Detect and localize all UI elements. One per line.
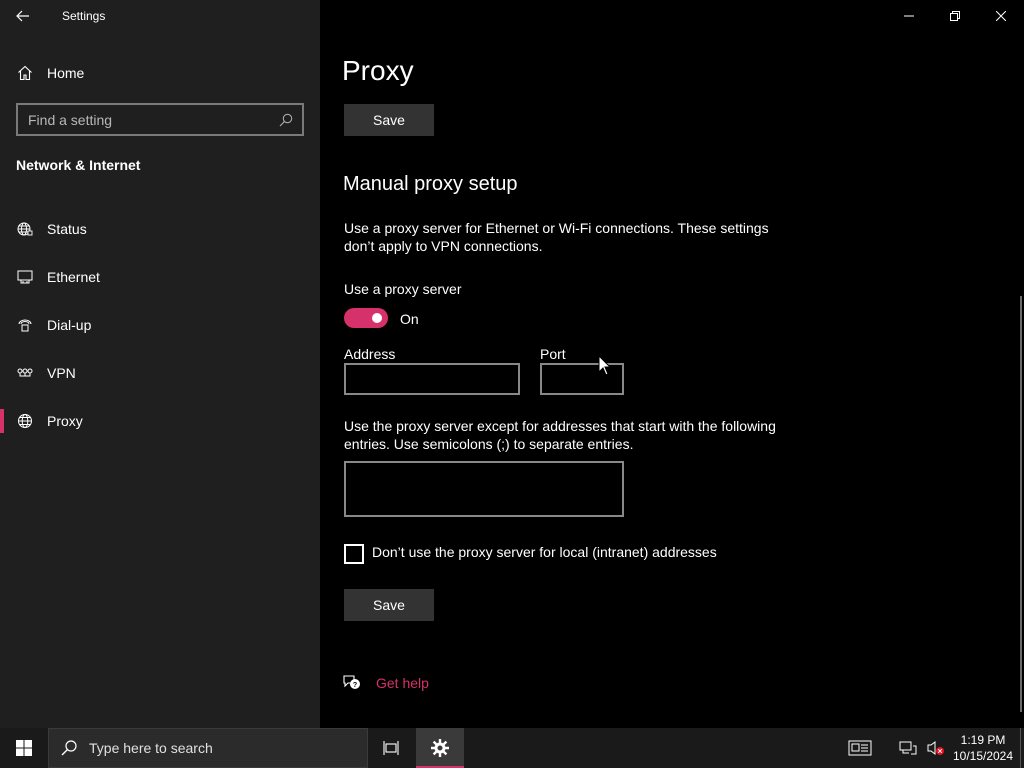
scrollbar[interactable] [1020, 296, 1022, 712]
show-desktop-button[interactable] [1020, 728, 1024, 768]
windows-logo-icon [16, 740, 32, 756]
sidebar-item-home[interactable]: Home [0, 57, 320, 89]
vpn-icon [17, 365, 33, 381]
use-proxy-toggle[interactable] [344, 308, 388, 328]
search-icon[interactable] [274, 113, 298, 127]
get-help-link[interactable]: Get help [376, 675, 429, 691]
ethernet-icon [17, 269, 33, 285]
window-controls [886, 0, 1024, 32]
exceptions-description: Use the proxy server except for addresse… [344, 418, 776, 452]
toggle-knob [372, 313, 382, 323]
sidebar-item-vpn[interactable]: VPN [0, 349, 320, 397]
minimize-button[interactable] [886, 0, 932, 32]
save-button-top[interactable]: Save [344, 104, 434, 136]
restore-button[interactable] [932, 0, 978, 32]
find-setting-search[interactable] [16, 103, 304, 136]
back-arrow-icon [16, 10, 29, 22]
sidebar-item-label: Ethernet [47, 269, 100, 285]
start-button[interactable] [0, 728, 48, 768]
use-proxy-label: Use a proxy server [344, 281, 462, 297]
minimize-icon [904, 15, 914, 17]
sidebar-nav: Status Ethernet Dial-up VPN Proxy [0, 205, 320, 445]
sidebar-item-proxy[interactable]: Proxy [0, 397, 320, 445]
network-tray-button[interactable] [894, 728, 922, 768]
sidebar-item-label: Dial-up [47, 317, 92, 333]
volume-tray-button[interactable] [922, 728, 950, 768]
manual-proxy-description: Use a proxy server for Ethernet or Wi-Fi… [344, 220, 769, 254]
address-label: Address [344, 346, 396, 362]
taskbar-search[interactable]: Type here to search [48, 728, 368, 768]
page-title: Proxy [342, 55, 414, 86]
search-icon [49, 740, 89, 756]
volume-muted-icon [927, 741, 944, 755]
close-icon [996, 11, 1006, 21]
news-icon [848, 740, 872, 756]
back-button[interactable] [0, 0, 46, 32]
network-icon [899, 741, 917, 755]
sidebar-item-label: Status [47, 221, 87, 237]
globe-icon [17, 413, 33, 429]
taskbar-settings-app[interactable] [416, 728, 464, 768]
sidebar-item-label: VPN [47, 365, 76, 381]
gear-icon [431, 739, 449, 757]
system-tray: 1:19 PM 10/15/2024 [840, 728, 1024, 768]
find-setting-input[interactable] [18, 105, 274, 134]
clock-date: 10/15/2024 [952, 749, 1014, 763]
home-icon [17, 65, 33, 81]
close-button[interactable] [978, 0, 1024, 32]
dialup-icon [17, 317, 33, 333]
help-chat-icon: ? [343, 675, 360, 689]
sidebar-item-status[interactable]: Status [0, 205, 320, 253]
sidebar-home-label: Home [47, 65, 85, 81]
clock-time: 1:19 PM [960, 733, 1006, 747]
sidebar: Settings Home Network & Internet [0, 0, 320, 728]
clock[interactable]: 1:19 PM 10/15/2024 [950, 732, 1016, 764]
toggle-state-label: On [400, 311, 419, 327]
sidebar-item-ethernet[interactable]: Ethernet [0, 253, 320, 301]
app-title: Settings [62, 9, 106, 23]
manual-proxy-title: Manual proxy setup [343, 173, 518, 195]
save-button-bottom[interactable]: Save [344, 589, 434, 621]
taskbar-search-placeholder: Type here to search [89, 740, 213, 756]
svg-text:?: ? [353, 682, 357, 689]
port-label: Port [540, 346, 566, 362]
address-field[interactable] [344, 363, 520, 395]
sidebar-item-dialup[interactable]: Dial-up [0, 301, 320, 349]
taskbar: Type here to search 1:19 PM 10/15/2024 [0, 728, 1024, 768]
mouse-cursor-icon [598, 355, 612, 376]
bypass-local-checkbox[interactable] [344, 544, 364, 564]
titlebar: Settings [0, 0, 320, 32]
restore-icon [950, 11, 960, 21]
globe-status-icon [17, 221, 33, 237]
sidebar-item-label: Proxy [47, 413, 83, 429]
task-view-button[interactable] [368, 728, 416, 768]
task-view-icon [383, 741, 399, 755]
section-title: Network & Internet [16, 157, 141, 173]
news-button[interactable] [840, 728, 880, 768]
bypass-local-label[interactable]: Don’t use the proxy server for local (in… [372, 544, 717, 560]
exceptions-field[interactable] [344, 461, 624, 517]
